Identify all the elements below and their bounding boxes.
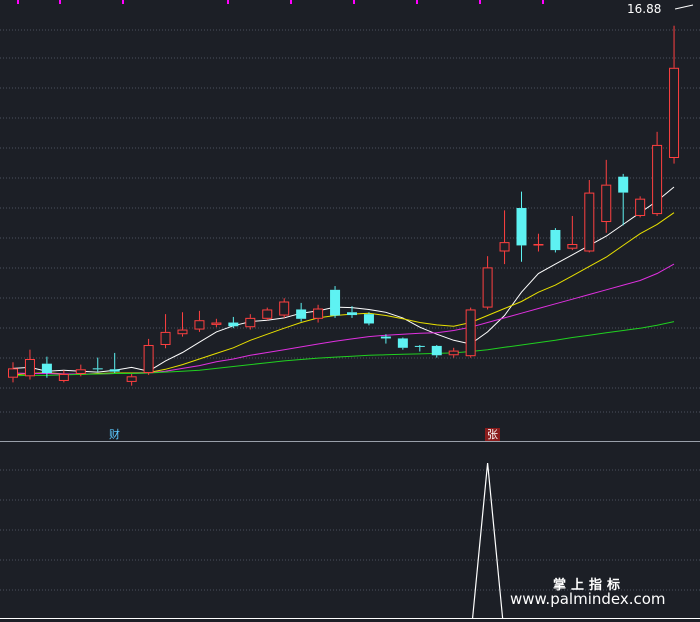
max-price-label: 16.88 <box>627 2 662 16</box>
top-marker <box>416 0 418 4</box>
top-marker <box>290 0 292 4</box>
candle-body <box>143 344 154 374</box>
candle-body <box>245 317 256 328</box>
ma-line-2 <box>12 263 675 375</box>
stock-chart <box>0 0 700 619</box>
candle-body <box>397 338 408 348</box>
candle-body <box>567 244 578 249</box>
candle-body <box>669 67 680 158</box>
candle-body <box>109 369 120 372</box>
candle-body <box>41 363 52 374</box>
candle-body <box>58 373 69 381</box>
top-marker <box>17 0 19 4</box>
candle-body <box>8 368 18 378</box>
candle-body <box>431 345 442 356</box>
candle-body <box>24 359 35 377</box>
candle-body <box>92 368 103 370</box>
top-marker <box>227 0 229 4</box>
candle-body <box>194 320 205 330</box>
candle-body <box>228 322 239 327</box>
candle-body <box>618 176 629 193</box>
top-marker <box>542 0 544 4</box>
max-price-pointer <box>674 4 694 10</box>
top-marker <box>122 0 124 4</box>
watermark-url: www.palmindex.com <box>510 590 666 608</box>
candle-body <box>347 312 357 316</box>
candle-body <box>601 184 612 223</box>
top-marker <box>353 0 355 4</box>
candle-body <box>160 331 171 345</box>
indicator-spike <box>472 462 504 619</box>
candle-body <box>296 309 307 319</box>
candle-body <box>75 369 86 374</box>
candle-body <box>279 301 290 316</box>
candle-body <box>414 345 425 347</box>
candle-body <box>516 208 527 246</box>
candle-body <box>533 244 544 246</box>
ma-line-3 <box>12 321 675 377</box>
ma-line-1 <box>12 212 675 376</box>
candle-body <box>380 336 391 339</box>
ma-line-0 <box>12 186 675 373</box>
candle-body <box>499 242 510 252</box>
candle-body <box>211 322 222 325</box>
candle-body <box>363 314 374 324</box>
candle-body <box>177 329 188 335</box>
candle-body <box>584 192 595 252</box>
annotation-zhang: 张 <box>485 428 500 441</box>
candle-body <box>448 350 459 356</box>
candle-body <box>262 309 273 319</box>
top-marker <box>479 0 481 4</box>
candle-body <box>635 198 646 216</box>
candle-body <box>126 376 137 382</box>
candle-body <box>652 144 663 215</box>
candle-body <box>330 289 341 316</box>
candle-body <box>550 229 561 251</box>
annotation-cai: 财 <box>109 428 120 441</box>
candle-body <box>313 308 324 319</box>
top-marker <box>59 0 61 4</box>
candle-body <box>482 267 493 308</box>
candle-body <box>465 309 476 357</box>
